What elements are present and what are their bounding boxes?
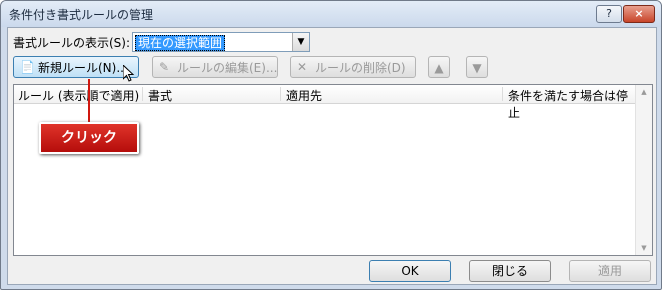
move-down-button[interactable]: ▼ — [466, 56, 488, 78]
delete-rule-label: ルールの削除(D) — [315, 61, 406, 75]
ok-button[interactable]: OK — [369, 260, 451, 282]
move-up-button[interactable]: ▲ — [428, 56, 450, 78]
column-separator[interactable] — [502, 87, 503, 101]
edit-rule-button[interactable]: ✎ ルールの編集(E)... — [152, 56, 278, 78]
vertical-scrollbar[interactable]: ▲ ▼ — [635, 85, 652, 255]
dialog-window: 条件付き書式ルールの管理 ? × 書式ルールの表示(S): 現在の選択範囲 ▼ … — [0, 0, 662, 290]
mouse-cursor-icon — [123, 65, 135, 82]
help-button[interactable]: ? — [596, 5, 622, 23]
rules-list[interactable]: ルール (表示順で適用) 書式 適用先 条件を満たす場合は停止 ▲ ▼ — [13, 84, 653, 256]
arrow-down-icon: ▼ — [472, 61, 482, 75]
column-format[interactable]: 書式 — [148, 87, 172, 104]
column-stop-if-true[interactable]: 条件を満たす場合は停止 — [508, 87, 636, 121]
dialog-body: 書式ルールの表示(S): 現在の選択範囲 ▼ 📄 新規ルール(N)... ✎ ル… — [7, 27, 657, 285]
edit-rule-label: ルールの編集(E)... — [177, 61, 278, 75]
edit-rule-icon: ✎ — [159, 60, 170, 74]
arrow-up-icon: ▲ — [434, 61, 444, 75]
new-rule-icon: 📄 — [20, 60, 35, 74]
list-header: ルール (表示順で適用) 書式 適用先 条件を満たす場合は停止 — [14, 85, 636, 120]
show-rules-value: 現在の選択範囲 — [135, 35, 226, 51]
column-separator[interactable] — [142, 87, 143, 101]
show-rules-label: 書式ルールの表示(S): — [13, 36, 131, 50]
click-callout: クリック — [39, 122, 139, 154]
column-applies-to[interactable]: 適用先 — [286, 87, 322, 104]
new-rule-button[interactable]: 📄 新規ルール(N)... — [13, 56, 139, 78]
column-rule[interactable]: ルール (表示順で適用) — [18, 87, 139, 104]
chevron-down-icon[interactable]: ▼ — [292, 33, 309, 51]
close-window-button[interactable]: × — [623, 5, 655, 23]
scroll-up-icon[interactable]: ▲ — [636, 85, 652, 99]
show-rules-dropdown[interactable]: 現在の選択範囲 ▼ — [132, 32, 310, 52]
scroll-down-icon[interactable]: ▼ — [636, 241, 652, 255]
window-title: 条件付き書式ルールの管理 — [9, 8, 154, 22]
new-rule-label: 新規ルール(N)... — [38, 61, 128, 75]
delete-rule-button[interactable]: ✕ ルールの削除(D) — [290, 56, 416, 78]
callout-line — [88, 79, 90, 122]
close-button[interactable]: 閉じる — [469, 260, 551, 282]
delete-icon: ✕ — [297, 60, 308, 74]
title-bar: 条件付き書式ルールの管理 ? × — [1, 1, 661, 27]
apply-button[interactable]: 適用 — [569, 260, 651, 282]
column-separator[interactable] — [280, 87, 281, 101]
